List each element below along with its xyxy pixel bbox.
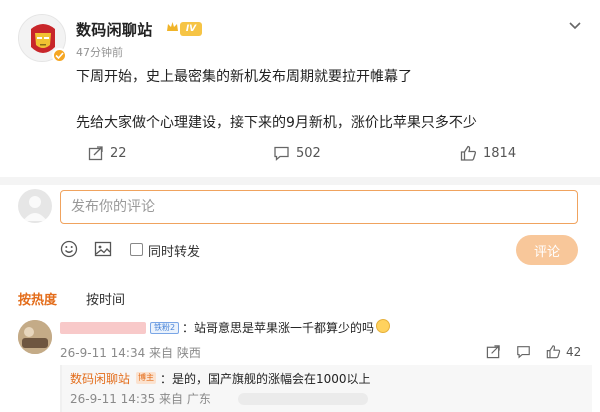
post-text-line: 先给大家做个心理建设，接下来的9月新机，涨价比苹果只多不少 [76, 115, 477, 131]
author-badge: 博主 [136, 372, 156, 384]
emoji-icon[interactable] [60, 240, 78, 258]
repost-button[interactable]: 22 [88, 142, 127, 164]
grimace-emoji-icon [376, 319, 390, 333]
reply-meta: 26-9-11 14:35 来自 广东 [70, 392, 211, 406]
image-icon[interactable] [94, 240, 112, 258]
post-header: 数码闲聊站 IV 47分钟前 [18, 12, 588, 63]
post-timestamp[interactable]: 47分钟前 [76, 44, 123, 60]
reply-author-name[interactable]: 数码闲聊站 [70, 370, 130, 387]
tab-sort-time[interactable]: 按时间 [86, 289, 125, 308]
level-badge: IV [180, 22, 202, 36]
default-user-icon [23, 196, 47, 221]
repost-checkbox[interactable] [130, 243, 143, 256]
comment-icon[interactable] [516, 344, 531, 359]
composer-toolbar: 同时转发 [60, 240, 260, 260]
author-name[interactable]: 数码闲聊站 [76, 19, 153, 40]
fan-badge: 铁粉2 [150, 322, 180, 334]
commenter-avatar[interactable] [18, 320, 52, 354]
thumbs-up-icon[interactable] [546, 344, 561, 359]
commenter-name-redacted[interactable] [60, 322, 146, 334]
post-text-line: 下周开始，史上最密集的新机发布周期就要拉开帷幕了 [76, 69, 412, 85]
repost-checkbox-label: 同时转发 [148, 245, 201, 260]
chevron-down-icon[interactable] [568, 18, 582, 32]
like-button[interactable]: 1814 [460, 142, 516, 164]
current-user-avatar [18, 189, 52, 223]
post-content: 下周开始，史上最密集的新机发布周期就要拉开帷幕了 先给大家做个心理建设，接下来的… [76, 66, 576, 134]
post-action-bar: 22 502 1814 [88, 142, 528, 164]
comment-button[interactable]: 502 [273, 142, 321, 164]
comment-input[interactable] [60, 190, 578, 224]
commenter-photo-icon [18, 320, 52, 354]
crown-icon [167, 22, 178, 31]
section-divider [0, 177, 600, 185]
tab-sort-hot[interactable]: 按热度 [18, 289, 57, 308]
reply-text: ：是的，国产旗舰的涨幅会在1000以上 [160, 372, 371, 386]
share-icon[interactable] [486, 344, 501, 359]
comment-count: 502 [296, 145, 321, 161]
comment-actions: 42 [486, 344, 586, 360]
thumbs-up-icon [460, 145, 477, 161]
comment-meta: 26-9-11 14:34 来自 陕西 [60, 346, 201, 360]
comment-icon [274, 146, 289, 161]
comment-text: ：站哥意思是苹果涨一千都算少的吗 [182, 321, 375, 335]
like-count: 1814 [483, 145, 517, 161]
verified-badge-icon [52, 48, 67, 63]
repost-count: 22 [110, 145, 127, 161]
share-icon [88, 146, 103, 161]
reply-box: 数码闲聊站 博主 ：是的，国产旗舰的涨幅会在1000以上 26-9-11 14:… [60, 365, 592, 412]
redacted-overlay [238, 393, 368, 405]
comment-like-count: 42 [566, 345, 582, 359]
submit-comment-button[interactable]: 评论 [516, 235, 578, 265]
